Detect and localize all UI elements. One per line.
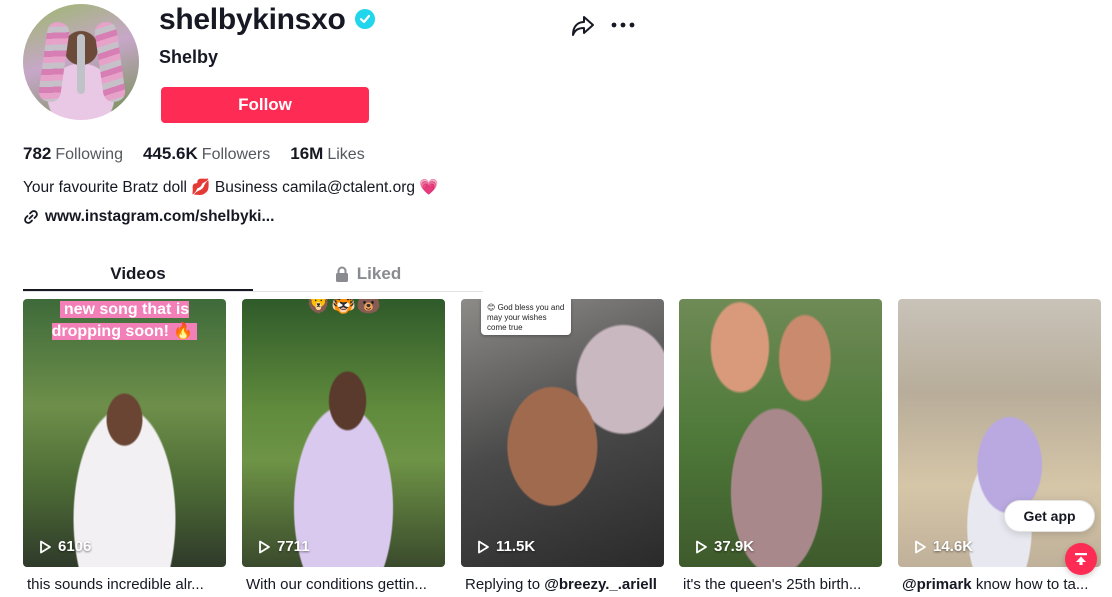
play-icon <box>478 540 489 553</box>
video-card[interactable]: new song that is dropping soon! 🔥 6106 t… <box>23 299 226 597</box>
likes-stat: 16M Likes <box>290 144 364 165</box>
caption-mention[interactable]: @primark <box>902 576 972 593</box>
play-icon <box>696 540 707 553</box>
tab-videos-label: Videos <box>110 263 166 283</box>
video-caption[interactable]: this sounds incredible alr... <box>27 576 225 594</box>
profile-page: shelbykinsxo Shelby Follow 782 Following … <box>0 0 1112 597</box>
reply-sticker: 😊 God bless you and may your wishes come… <box>481 299 571 335</box>
video-play-count-value: 37.9K <box>714 538 755 555</box>
video-play-count: 14.6K <box>913 538 973 555</box>
video-thumbnail[interactable]: 🦁🐯🐻 7711 <box>242 299 445 567</box>
video-thumbnail[interactable]: 😊 God bless you and may your wishes come… <box>461 299 664 567</box>
video-play-count: 7711 <box>257 538 310 555</box>
video-overlay-text: 🦁🐯🐻 <box>306 299 381 315</box>
followers-stat[interactable]: 445.6K Followers <box>143 144 270 165</box>
active-tab-indicator <box>23 289 253 291</box>
followers-label: Followers <box>201 146 271 163</box>
tab-videos[interactable]: Videos <box>23 256 253 291</box>
play-icon <box>40 540 51 553</box>
tab-liked-label: Liked <box>356 263 402 283</box>
profile-tabs: Videos Liked <box>23 256 483 292</box>
video-thumbnail[interactable]: new song that is dropping soon! 🔥 6106 <box>23 299 226 567</box>
avatar-hair-left <box>37 20 71 104</box>
tab-liked[interactable]: Liked <box>253 256 483 291</box>
video-play-count: 11.5K <box>476 538 535 555</box>
video-play-count: 6106 <box>38 538 91 555</box>
likes-count: 16M <box>290 144 324 163</box>
video-play-count-value: 7711 <box>277 538 310 555</box>
bio: Your favourite Bratz doll 💋 Business cam… <box>23 179 439 196</box>
video-card[interactable]: 🦁🐯🐻 7711 With our conditions gettin... <box>242 299 445 597</box>
video-thumbnail[interactable]: 37.9K <box>679 299 882 567</box>
video-card[interactable]: 😊 God bless you and may your wishes come… <box>461 299 664 597</box>
avatar-hair-right <box>93 20 127 104</box>
link-icon <box>24 210 38 224</box>
following-label: Following <box>55 146 123 163</box>
verified-badge-icon <box>355 9 375 29</box>
video-caption[interactable]: Replying to @breezy._.ariell <box>465 576 663 594</box>
video-play-count-value: 11.5K <box>496 538 536 555</box>
avatar-tube <box>77 34 85 94</box>
video-caption[interactable]: @primark know how to ta... <box>902 576 1100 594</box>
video-play-count: 37.9K <box>694 538 754 555</box>
caption-prefix: Replying to <box>465 576 545 593</box>
follow-button[interactable]: Follow <box>161 87 369 123</box>
followers-count: 445.6K <box>142 144 198 163</box>
username: shelbykinsxo <box>159 3 346 36</box>
profile-stats: 782 Following 445.6K Followers 16M Likes <box>23 144 365 165</box>
caption-suffix: know how to ta... <box>971 576 1089 593</box>
bio-link-text: www.instagram.com/shelbyki... <box>45 208 275 225</box>
video-overlay-text: new song that is dropping soon! 🔥 <box>23 299 226 343</box>
nickname: Shelby <box>159 47 219 67</box>
back-to-top-button[interactable] <box>1065 543 1097 575</box>
video-grid: new song that is dropping soon! 🔥 6106 t… <box>23 299 1112 597</box>
share-icon[interactable] <box>570 14 596 38</box>
likes-label: Likes <box>327 146 365 163</box>
video-play-count-value: 14.6K <box>933 538 974 555</box>
video-caption[interactable]: With our conditions gettin... <box>246 576 444 594</box>
avatar[interactable] <box>23 4 139 120</box>
play-icon <box>915 540 926 553</box>
following-stat[interactable]: 782 Following <box>23 144 123 165</box>
video-card[interactable]: 37.9K it's the queen's 25th birth... <box>679 299 882 597</box>
caption-mention[interactable]: @breezy._.ariell <box>544 576 657 593</box>
bio-link[interactable]: www.instagram.com/shelbyki... <box>23 207 274 227</box>
get-app-button[interactable]: Get app <box>1004 500 1095 532</box>
arrow-up-icon <box>1075 553 1087 565</box>
play-icon <box>259 540 270 553</box>
following-count: 782 <box>23 144 52 163</box>
video-caption[interactable]: it's the queen's 25th birth... <box>683 576 881 594</box>
video-play-count-value: 6106 <box>58 538 92 555</box>
more-options-icon[interactable] <box>611 14 635 36</box>
lock-icon <box>335 266 348 282</box>
